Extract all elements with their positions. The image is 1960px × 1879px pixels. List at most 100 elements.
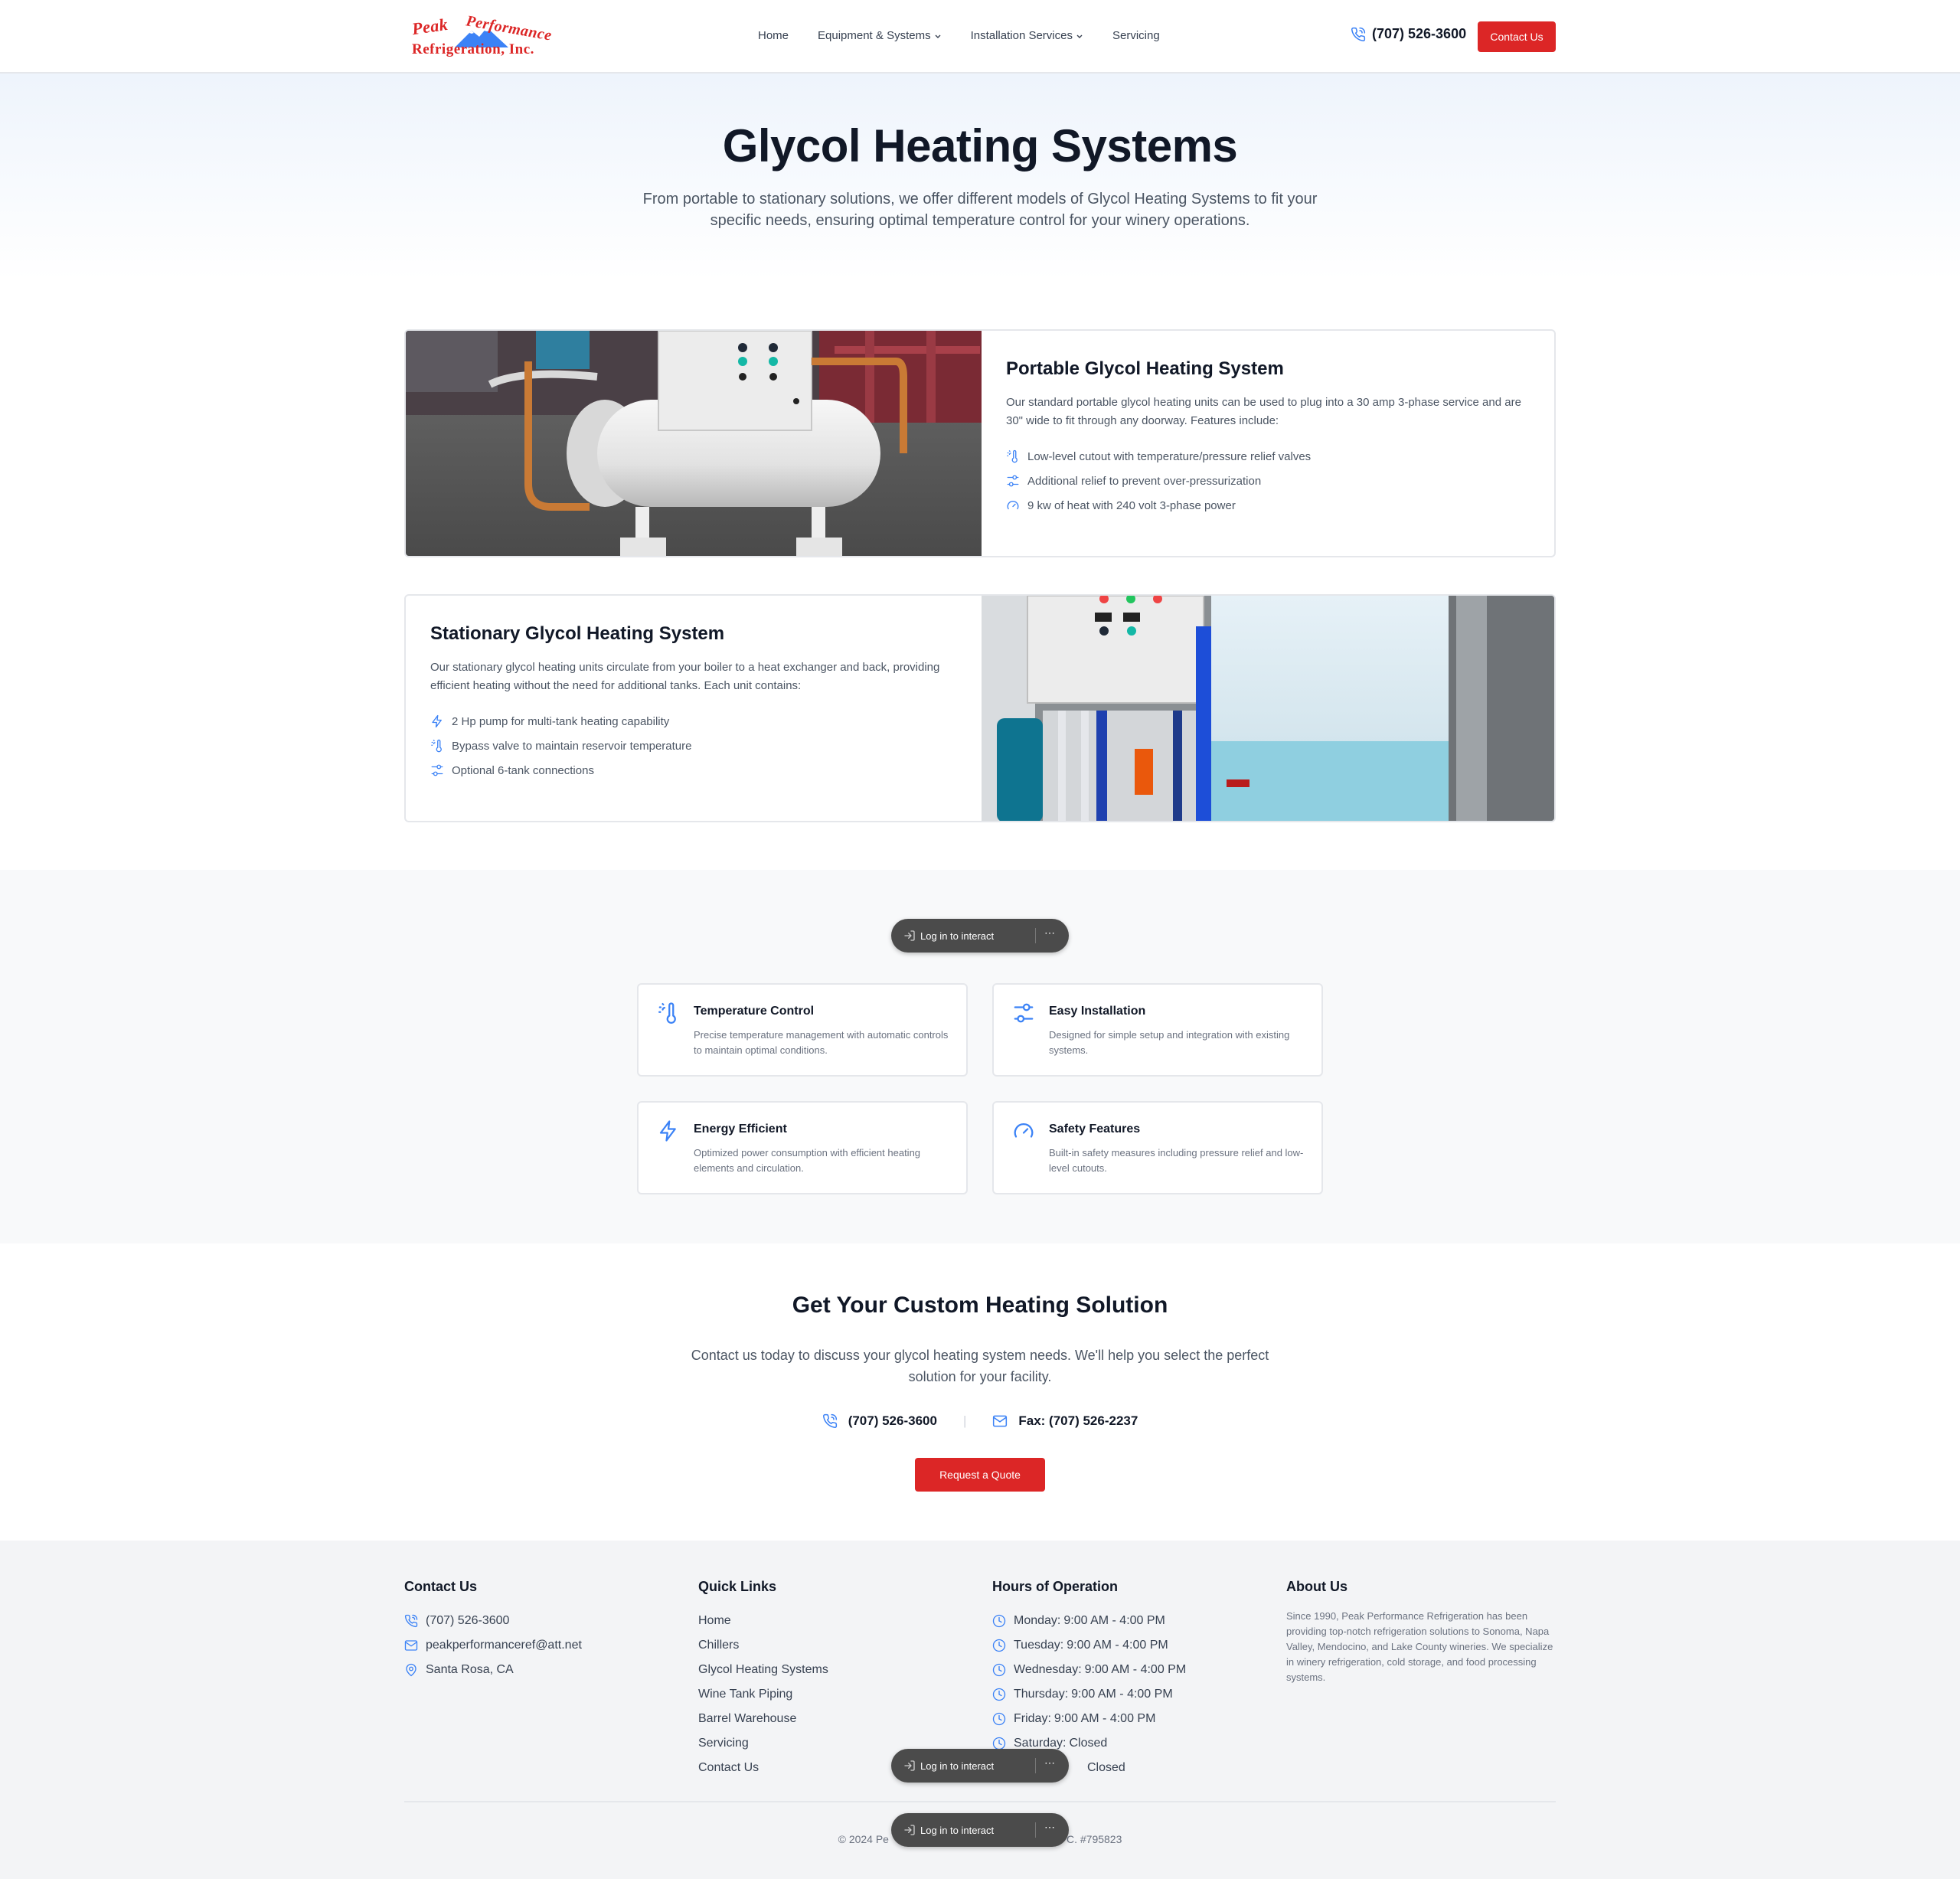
footer-email-link[interactable]: peakperformanceref@att.net [404, 1633, 680, 1658]
phone-icon [404, 1614, 418, 1628]
nav-label: Installation Services [970, 29, 1073, 42]
feature-card-easy-installation: Easy Installation Designed for simple se… [992, 983, 1323, 1077]
hours-day: Wednesday: [1014, 1663, 1082, 1676]
portable-system-card: Portable Glycol Heating System Our stand… [404, 329, 1556, 557]
feature-text: Additional relief to prevent over-pressu… [1027, 474, 1262, 488]
nav-home[interactable]: Home [758, 29, 789, 42]
nav-servicing[interactable]: Servicing [1112, 29, 1160, 42]
list-item: 9 kw of heat with 240 volt 3-phase power [1006, 493, 1533, 518]
feature-card-text: Designed for simple setup and integratio… [1049, 1029, 1290, 1056]
hours-time: 9:00 AM - 4:00 PM [1063, 1614, 1165, 1627]
contact-us-button[interactable]: Contact Us [1478, 21, 1556, 52]
footer-contact-column: Contact Us (707) 526-3600 peakperformanc… [404, 1579, 680, 1682]
hours-day: Monday: [1014, 1614, 1061, 1627]
map-pin-icon [404, 1663, 418, 1677]
thermometer-sun-icon [657, 1002, 680, 1024]
feature-card-text: Precise temperature management with auto… [694, 1029, 949, 1056]
hours-time: 9:00 AM - 4:00 PM [1084, 1663, 1187, 1676]
clock-icon [992, 1639, 1006, 1652]
mail-icon [992, 1413, 1008, 1429]
feature-text: Bypass valve to maintain reservoir tempe… [452, 739, 692, 753]
more-options-icon[interactable]: ⋯ [1044, 1756, 1056, 1770]
portable-heater-image [406, 331, 982, 556]
footer-heading: Hours of Operation [992, 1579, 1119, 1594]
nav-label: Equipment & Systems [818, 29, 931, 42]
stationary-heater-image [982, 596, 1554, 821]
main-nav: Home Equipment & Systems Installation Se… [758, 29, 1189, 42]
footer-about-text: Since 1990, Peak Performance Refrigerati… [1286, 1610, 1553, 1683]
nav-label: Home [758, 29, 789, 42]
login-overlay-pill[interactable]: Log in to interact ⋯ [891, 919, 1069, 953]
header-phone-number: (707) 526-3600 [1372, 26, 1467, 41]
feature-card-energy-efficient: Energy Efficient Optimized power consump… [637, 1101, 968, 1194]
hero-subtitle: From portable to stationary solutions, w… [642, 191, 1318, 229]
feature-text: Optional 6-tank connections [452, 763, 594, 777]
footer-heading: Quick Links [698, 1579, 777, 1594]
hours-row: Thursday: 9:00 AM - 4:00 PM [992, 1682, 1268, 1707]
settings-sliders-icon [1006, 474, 1020, 488]
hours-time: 9:00 AM - 4:00 PM [1067, 1639, 1168, 1652]
product-title: Stationary Glycol Heating System [430, 623, 725, 644]
hours-time: 9:00 AM - 4:00 PM [1071, 1688, 1173, 1701]
footer-link-barrel-warehouse[interactable]: Barrel Warehouse [698, 1707, 974, 1731]
gauge-icon [1006, 498, 1020, 512]
footer-phone-text: (707) 526-3600 [426, 1614, 510, 1627]
cta-divider: | [962, 1413, 967, 1428]
clock-icon [992, 1688, 1006, 1701]
footer-location: Santa Rosa, CA [404, 1658, 680, 1682]
thermometer-sun-icon [430, 739, 444, 753]
footer-link-chillers[interactable]: Chillers [698, 1633, 974, 1658]
hours-day: Friday: [1014, 1712, 1051, 1725]
thermometer-sun-icon [1006, 449, 1020, 463]
list-item: Additional relief to prevent over-pressu… [1006, 469, 1533, 493]
feature-card-title: Temperature Control [694, 1005, 815, 1018]
list-item: Low-level cutout with temperature/pressu… [1006, 444, 1533, 469]
request-quote-button[interactable]: Request a Quote [915, 1458, 1045, 1492]
hours-row: Tuesday: 9:00 AM - 4:00 PM [992, 1633, 1268, 1658]
overlay-divider [1035, 1758, 1036, 1773]
list-item: Optional 6-tank connections [430, 758, 957, 783]
login-overlay-pill[interactable]: Log in to interact ⋯ [891, 1813, 1069, 1847]
cta-section: Get Your Custom Heating Solution Contact… [0, 1243, 1960, 1541]
footer-link-glycol-heating[interactable]: Glycol Heating Systems [698, 1658, 974, 1682]
footer-heading: Contact Us [404, 1579, 478, 1594]
feature-text: 9 kw of heat with 240 volt 3-phase power [1027, 498, 1236, 512]
hours-time: 9:00 AM - 4:00 PM [1054, 1712, 1156, 1725]
footer-heading: About Us [1286, 1579, 1348, 1594]
product-feature-list: 2 Hp pump for multi-tank heating capabil… [430, 709, 957, 783]
login-overlay-pill[interactable]: Log in to interact ⋯ [891, 1749, 1069, 1783]
footer-phone-link[interactable]: (707) 526-3600 [404, 1609, 680, 1633]
feature-card-title: Easy Installation [1049, 1005, 1146, 1018]
feature-card-text: Built-in safety measures including press… [1049, 1147, 1304, 1174]
mail-icon [404, 1639, 418, 1652]
settings-sliders-icon [1012, 1002, 1035, 1024]
chevron-down-icon [1076, 34, 1083, 38]
copyright-left: © 2024 Pe [838, 1833, 889, 1845]
cta-phone-link[interactable]: (707) 526-3600 [848, 1413, 937, 1429]
portable-system-text: Portable Glycol Heating System Our stand… [982, 331, 1554, 556]
cta-title: Get Your Custom Heating Solution [792, 1292, 1168, 1318]
more-options-icon[interactable]: ⋯ [1044, 1821, 1056, 1834]
footer-link-wine-tank-piping[interactable]: Wine Tank Piping [698, 1682, 974, 1707]
nav-equipment-systems[interactable]: Equipment & Systems [818, 29, 942, 42]
nav-label: Servicing [1112, 29, 1160, 42]
company-logo[interactable]: Peak Performance Refrigeration, Inc. [409, 12, 553, 60]
nav-installation-services[interactable]: Installation Services [971, 29, 1083, 42]
feature-card-temperature-control: Temperature Control Precise temperature … [637, 983, 968, 1077]
more-options-icon[interactable]: ⋯ [1044, 926, 1056, 940]
feature-card-text: Optimized power consumption with efficie… [694, 1147, 921, 1174]
hours-row: Friday: 9:00 AM - 4:00 PM [992, 1707, 1268, 1731]
settings-sliders-icon [430, 763, 444, 777]
feature-text: 2 Hp pump for multi-tank heating capabil… [452, 714, 670, 728]
cta-text: Contact us today to discuss your glycol … [691, 1348, 1269, 1384]
feature-text: Low-level cutout with temperature/pressu… [1027, 449, 1312, 463]
logo-word-peak: Peak [410, 14, 449, 39]
hours-row: Wednesday: 9:00 AM - 4:00 PM [992, 1658, 1268, 1682]
login-icon [903, 1824, 916, 1836]
gauge-icon [1012, 1119, 1035, 1142]
header-phone-link[interactable]: (707) 526-3600 [1351, 26, 1466, 42]
footer-link-home[interactable]: Home [698, 1609, 974, 1633]
footer-email-text: peakperformanceref@att.net [426, 1639, 582, 1652]
product-description: Our stationary glycol heating units circ… [430, 661, 940, 692]
clock-icon [992, 1614, 1006, 1628]
